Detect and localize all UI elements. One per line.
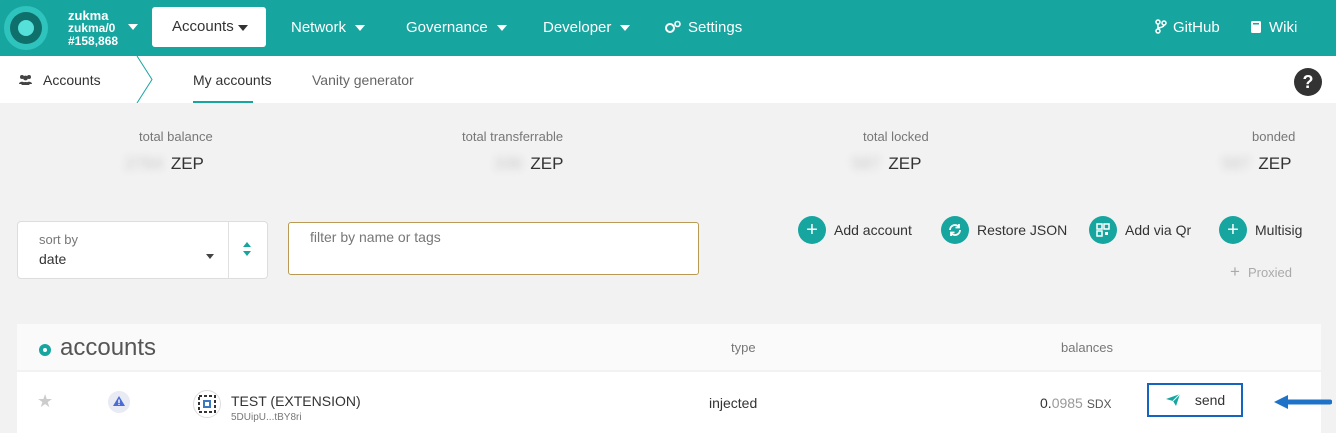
chain-selector[interactable]: zukma zukma/0 #158,868: [68, 9, 118, 48]
table-row: ★ TEST (EXTENSION) 5DUipU...tBY8ri injec…: [17, 372, 1332, 433]
restore-json-label: Restore JSON: [977, 222, 1068, 238]
nav-network[interactable]: Network: [291, 19, 366, 36]
chevron-down-icon: [238, 25, 248, 31]
arrow-left-icon: [1274, 395, 1332, 409]
star-icon[interactable]: ★: [37, 391, 53, 412]
breadcrumb-accounts[interactable]: Accounts: [43, 72, 101, 88]
tab-vanity-generator[interactable]: Vanity generator: [312, 72, 414, 88]
breadcrumb-separator: [136, 56, 153, 103]
gears-icon: [665, 20, 681, 33]
nav-accounts-label: Accounts: [172, 18, 234, 35]
code-branch-icon: [1155, 19, 1167, 34]
proxied-button[interactable]: + Proxied: [1230, 262, 1292, 282]
account-type: injected: [709, 395, 758, 411]
filter-input[interactable]: filter by name or tags: [288, 222, 699, 275]
active-tab-indicator: [193, 101, 253, 103]
chevron-down-icon: [620, 25, 631, 32]
multisig-label: Multisig: [1255, 222, 1303, 238]
nav-wiki-label: Wiki: [1269, 19, 1298, 36]
sort-label: sort by: [39, 232, 79, 247]
nav-governance[interactable]: Governance: [406, 19, 507, 36]
balance-fraction: 0985: [1051, 395, 1083, 411]
bonded-unit: ZEP: [1258, 154, 1292, 173]
column-type: type: [731, 340, 756, 355]
multisig-button[interactable]: + Multisig: [1219, 216, 1302, 244]
book-icon: [1251, 21, 1261, 33]
nav-wiki[interactable]: Wiki: [1250, 19, 1297, 36]
nav-network-label: Network: [291, 19, 347, 36]
sort-value: date: [39, 251, 67, 267]
nav-governance-label: Governance: [406, 19, 488, 36]
chevron-down-icon: [206, 254, 214, 259]
total-balance-amount: 2784: [125, 154, 163, 173]
section-dot-icon: [39, 344, 51, 356]
nav-settings[interactable]: Settings: [664, 19, 742, 36]
total-transferrable-unit: ZEP: [530, 154, 564, 173]
add-via-qr-label: Add via Qr: [1125, 222, 1192, 238]
chevron-down-icon: [355, 25, 366, 32]
nav-developer-label: Developer: [543, 19, 612, 36]
accounts-table-header: accounts type balances: [17, 324, 1321, 370]
nav-accounts[interactable]: Accounts: [152, 7, 266, 47]
plus-icon: +: [1219, 216, 1247, 244]
users-icon: [19, 75, 32, 85]
restore-json-button[interactable]: Restore JSON: [941, 216, 1067, 244]
send-label: send: [1194, 392, 1226, 408]
warning-icon: [108, 391, 130, 413]
total-transferrable-value: 336 ZEP: [494, 154, 563, 174]
plus-icon: +: [798, 216, 826, 244]
bonded-value: 587 ZEP: [1222, 154, 1291, 174]
nav-developer[interactable]: Developer: [543, 19, 631, 36]
bonded-label: bonded: [1252, 129, 1296, 144]
total-balance-label: total balance: [139, 129, 213, 144]
qrcode-icon: [1089, 216, 1117, 244]
account-balance: 0.0985 SDX: [1040, 395, 1112, 411]
nav-settings-label: Settings: [688, 19, 743, 36]
plus-icon: +: [1230, 262, 1240, 281]
total-locked-amount: 587: [852, 154, 881, 173]
sort-divider: [228, 222, 229, 278]
block-number: #158,868: [68, 34, 119, 48]
accounts-title: accounts: [60, 334, 157, 361]
add-account-label: Add account: [834, 222, 912, 238]
nav-github[interactable]: GitHub: [1155, 19, 1220, 36]
tab-my-accounts[interactable]: My accounts: [193, 72, 272, 88]
add-via-qr-button[interactable]: Add via Qr: [1089, 216, 1191, 244]
total-locked-value: 587 ZEP: [852, 154, 921, 174]
account-name[interactable]: TEST (EXTENSION): [231, 393, 361, 409]
balance-unit: SDX: [1086, 397, 1112, 411]
total-transferrable-label: total transferrable: [462, 129, 564, 144]
total-transferrable-amount: 336: [494, 154, 523, 173]
add-account-button[interactable]: + Add account: [798, 216, 912, 244]
sub-navigation: Accounts My accounts Vanity generator: [0, 56, 1336, 103]
column-balances: balances: [1061, 340, 1114, 355]
chain-logo[interactable]: [4, 6, 48, 50]
top-navigation-bar: zukma zukma/0 #158,868 Accounts Network …: [0, 0, 1336, 56]
nav-github-label: GitHub: [1173, 19, 1220, 36]
total-locked-label: total locked: [863, 129, 929, 144]
sort-direction-icon[interactable]: [242, 240, 252, 258]
send-button[interactable]: send: [1147, 383, 1243, 417]
identicon-icon[interactable]: [193, 390, 221, 418]
total-balance-unit: ZEP: [170, 154, 204, 173]
chevron-down-icon: [496, 25, 507, 32]
total-balance-value: 2784 ZEP: [125, 154, 204, 174]
chain-dropdown-icon[interactable]: [128, 24, 138, 30]
proxied-label: Proxied: [1247, 265, 1293, 280]
sort-dropdown[interactable]: sort by date: [17, 221, 268, 279]
bonded-amount: 587: [1222, 154, 1251, 173]
account-address[interactable]: 5DUipU...tBY8ri: [231, 412, 302, 423]
balance-integer: 0.: [1040, 395, 1052, 411]
sync-icon: [941, 216, 969, 244]
help-button[interactable]: ?: [1294, 68, 1322, 96]
total-locked-unit: ZEP: [888, 154, 922, 173]
paper-plane-icon: [1165, 393, 1181, 406]
